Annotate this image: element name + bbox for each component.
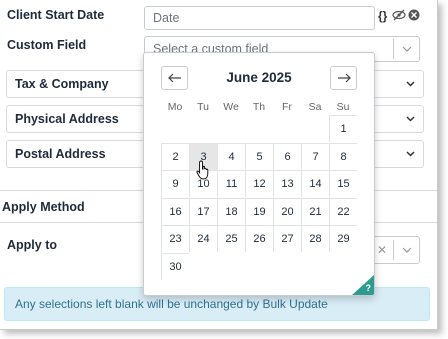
chevron-down-icon (406, 76, 415, 90)
calendar-day[interactable]: 11 (217, 170, 245, 197)
calendar-day[interactable]: 16 (161, 197, 189, 225)
custom-field-label: Custom Field (7, 38, 87, 52)
calendar-day[interactable]: 22 (329, 197, 357, 225)
calendar-day[interactable]: 30 (161, 252, 189, 280)
chevron-down-icon[interactable] (393, 39, 419, 59)
calendar-day[interactable]: 15 (329, 170, 357, 197)
calendar-day[interactable]: 17 (189, 197, 217, 225)
help-icon[interactable]: ? (366, 283, 372, 293)
calendar-day[interactable]: 13 (273, 170, 301, 197)
bulk-update-panel: Client Start Date Date {} Custom Field S… (0, 0, 438, 330)
calendar-day[interactable]: 19 (245, 197, 273, 225)
weekday-header: Th (252, 101, 266, 113)
braces-icon[interactable]: {} (378, 9, 387, 23)
section-label: Physical Address (15, 112, 119, 126)
section-label: Postal Address (15, 147, 106, 161)
calendar-day[interactable]: 7 (301, 142, 329, 170)
arrow-right-icon (337, 73, 351, 83)
calendar-day[interactable]: 12 (245, 170, 273, 197)
section-label: Tax & Company (15, 77, 109, 91)
calendar-day[interactable]: 23 (161, 225, 189, 252)
calendar-day[interactable]: 27 (273, 225, 301, 252)
calendar-day[interactable]: 14 (301, 170, 329, 197)
calendar-day[interactable]: 25 (217, 225, 245, 252)
chevron-down-icon (406, 146, 415, 160)
calendar-day[interactable]: 8 (329, 142, 357, 170)
weekday-header: Tu (197, 101, 209, 113)
calendar-day[interactable]: 4 (217, 142, 245, 170)
calendar-day[interactable]: 20 (273, 197, 301, 225)
date-picker: June 2025 Mo Tu We Th Fr Sa Su 1 2 3 4 5 6 7 8 9 10 11 12 1… (143, 52, 375, 296)
calendar-day[interactable]: 5 (245, 142, 273, 170)
apply-to-label: Apply to (7, 238, 57, 252)
weekday-header: Fr (282, 101, 292, 113)
calendar-day[interactable]: 1 (329, 115, 357, 142)
calendar-day[interactable]: 28 (301, 225, 329, 252)
calendar-day[interactable]: 26 (245, 225, 273, 252)
weekday-header: Su (336, 101, 350, 113)
weekday-header: Mo (167, 101, 183, 113)
calendar-day[interactable]: 18 (217, 197, 245, 225)
weekday-header: Sa (308, 101, 322, 113)
clear-icon[interactable] (408, 9, 420, 24)
client-start-date-label: Client Start Date (7, 8, 105, 22)
close-icon[interactable]: ✕ (377, 243, 387, 257)
calendar-day[interactable]: 2 (161, 142, 189, 170)
calendar-day[interactable]: 21 (301, 197, 329, 225)
weekday-header: We (223, 101, 239, 113)
calendar-day[interactable]: 29 (329, 225, 357, 252)
hand-cursor-icon (196, 160, 209, 180)
calendar-day[interactable]: 24 (189, 225, 217, 252)
calendar-day[interactable]: 6 (273, 142, 301, 170)
chevron-down-icon (406, 111, 415, 125)
apply-method-label: Apply Method (2, 200, 85, 214)
date-placeholder: Date (153, 11, 180, 25)
eye-off-icon[interactable] (392, 8, 406, 25)
calendar-day[interactable]: 9 (161, 170, 189, 197)
next-month-button[interactable] (330, 66, 357, 90)
chevron-down-icon[interactable] (393, 240, 419, 260)
date-input[interactable]: Date (144, 6, 375, 30)
